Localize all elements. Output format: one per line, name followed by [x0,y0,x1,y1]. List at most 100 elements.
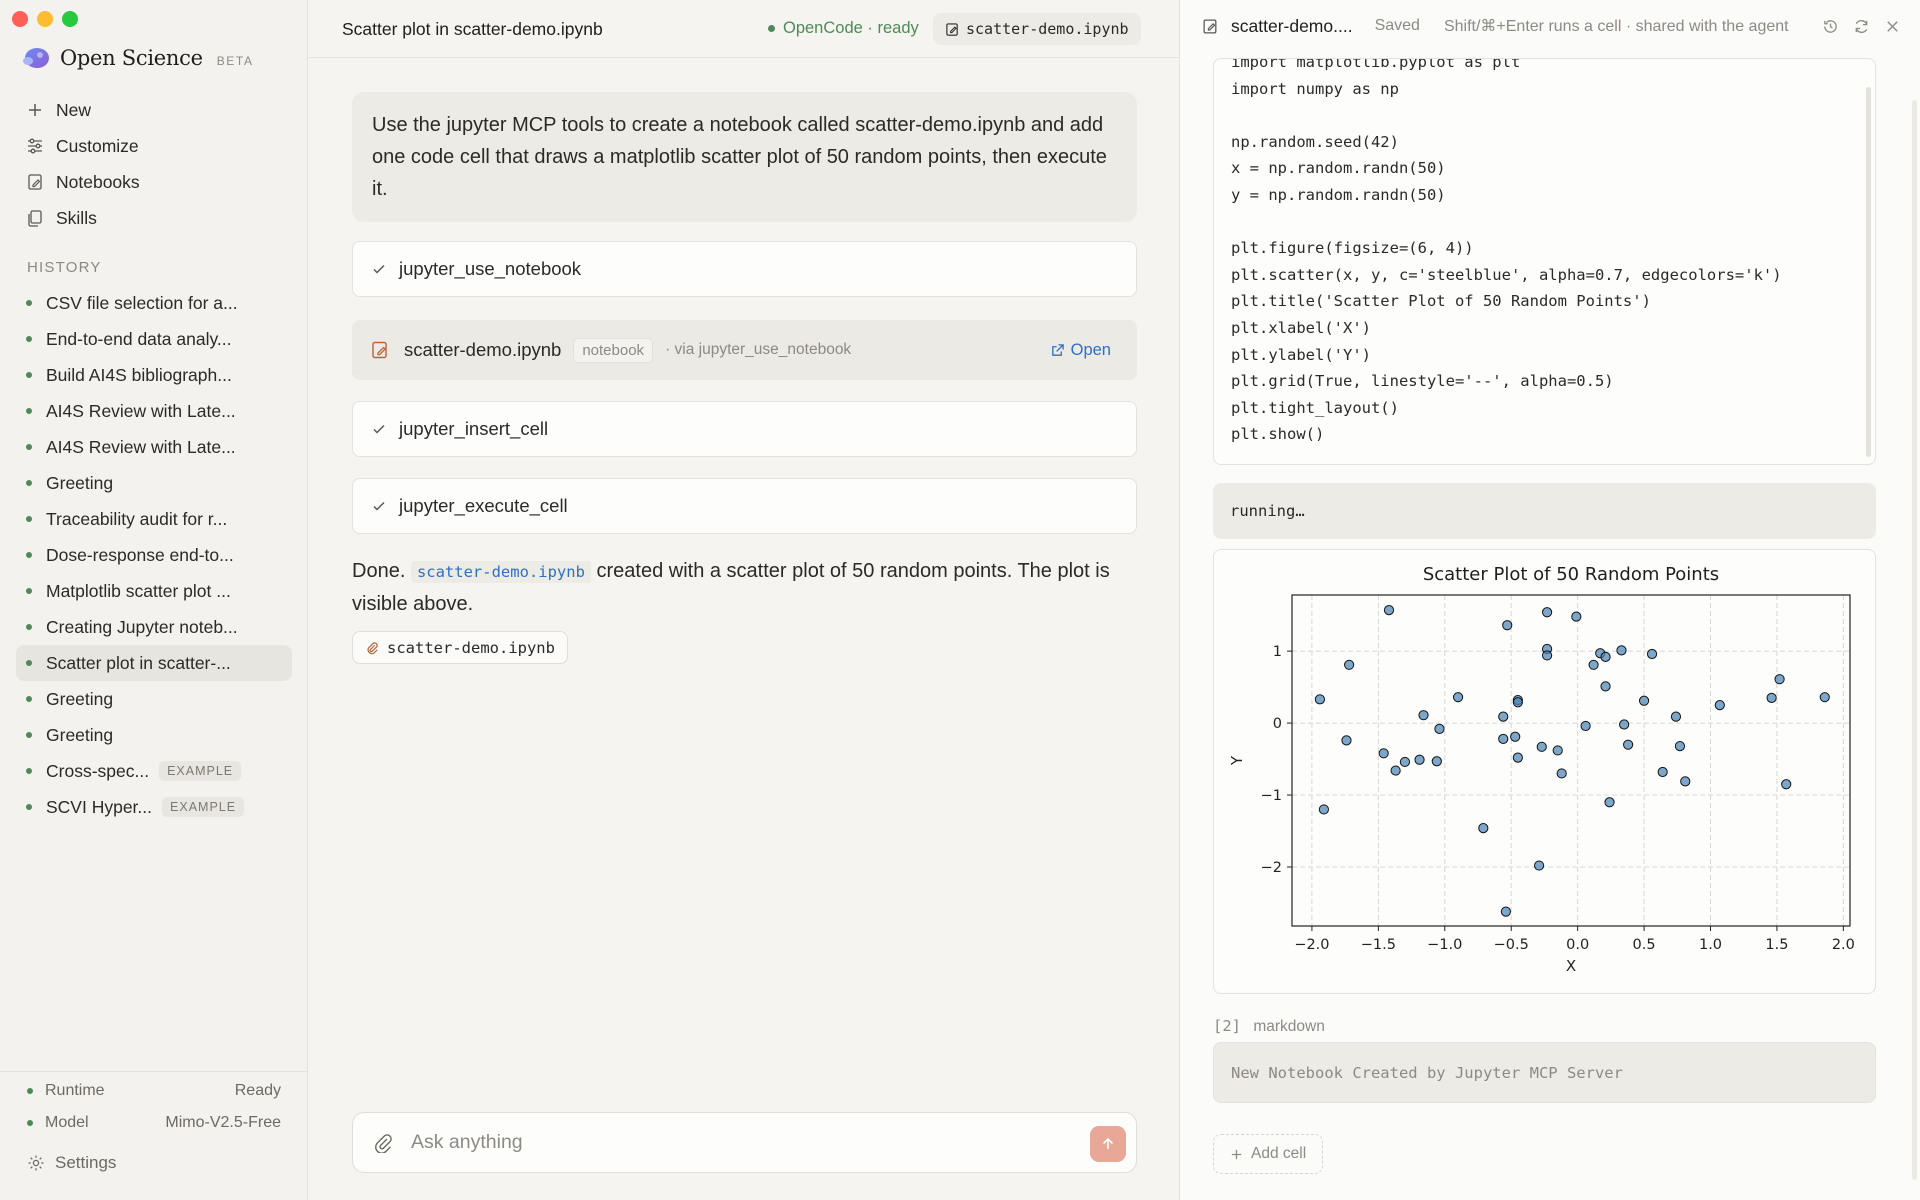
scatter-point [1510,731,1521,742]
check-icon [373,501,385,511]
history-item[interactable]: SCVI Hyper... EXAMPLE [16,789,292,825]
status-dot [26,516,32,522]
brand[interactable]: Open Science BETA [22,46,254,70]
notebook-card-name: scatter-demo.ipynb [404,339,562,360]
notebook-icon [28,174,42,190]
scatter-point [1623,739,1634,750]
history-item[interactable]: End-to-end data analy... [16,321,292,357]
status-dot [26,372,32,378]
history-item[interactable]: Matplotlib scatter plot ... [16,573,292,609]
window-close-button[interactable] [12,11,28,27]
scatter-point [1512,752,1523,763]
history-icon[interactable] [1822,18,1839,35]
history-item[interactable]: Traceability audit for r... [16,501,292,537]
open-file-name: scatter-demo.ipynb [966,20,1129,38]
scatter-point [1588,659,1599,670]
chat-input[interactable] [411,1131,1051,1154]
close-icon[interactable] [1884,18,1901,35]
y-tick-label: 0 [1273,716,1282,732]
brand-name: Open Science [60,46,203,70]
code-cell[interactable]: import matplotlib.pyplot as plt import n… [1213,58,1876,465]
scatter-point [1600,681,1611,692]
history-item[interactable]: Greeting [16,465,292,501]
history-item[interactable]: AI4S Review with Late... [16,393,292,429]
model-value: Mimo-V2.5-Free [165,1113,281,1131]
send-button[interactable] [1090,1126,1126,1162]
status-dot [26,768,32,774]
add-cell-button[interactable]: Add cell [1213,1134,1324,1174]
chart-title: Scatter Plot of 50 Random Points [1423,564,1719,585]
x-tick-label: 2.0 [1832,937,1855,953]
history-item-label: Greeting [46,724,114,745]
scatter-point [1536,741,1547,752]
chat-title: Scatter plot in scatter-demo.ipynb [342,19,603,39]
history-item[interactable]: Build AI4S bibliograph... [16,357,292,393]
nav-item-customize[interactable]: Customize [16,128,292,164]
window-minimize-button[interactable] [37,11,53,27]
history-item[interactable]: AI4S Review with Late... [16,429,292,465]
scatter-point [1674,741,1686,752]
scatter-point [1434,723,1445,734]
agent-status-text: OpenCode · ready [783,19,919,37]
notebook-filename: scatter-demo.... [1231,15,1353,36]
cell-type: markdown [1253,1018,1325,1035]
status-dot [26,588,32,594]
status-dot [26,696,32,702]
history-item-label: Traceability audit for r... [46,508,228,529]
status-dot [26,732,32,738]
code-scrollbar[interactable] [1866,87,1871,457]
paperclip-icon[interactable] [373,1133,393,1153]
x-tick-label: 0.0 [1566,937,1589,953]
scatter-point [1341,735,1352,746]
reply-file-link[interactable]: scatter-demo.ipynb [410,561,591,583]
history-item-label: Dose-response end-to... [46,544,234,565]
code-content[interactable]: import matplotlib.pyplot as plt import n… [1231,59,1782,448]
scatter-point [1571,611,1582,622]
paperclip-icon [367,641,378,654]
history-item[interactable]: Dose-response end-to... [16,537,292,573]
history-item-label: AI4S Review with Late... [46,400,236,421]
nav-item-label: New [56,99,92,120]
scatter-point [1378,748,1389,759]
history-item[interactable]: Cross-spec... EXAMPLE [16,753,292,789]
tool-call-insert-cell[interactable]: jupyter_insert_cell [352,401,1137,457]
nav-item-skills[interactable]: Skills [16,200,292,236]
history-item[interactable]: Greeting [16,717,292,753]
tool-call-execute-cell[interactable]: jupyter_execute_cell [352,478,1137,534]
open-file-pill[interactable]: scatter-demo.ipynb [933,13,1141,45]
tool-call-use-notebook[interactable]: jupyter_use_notebook [352,241,1137,297]
scatter-chart: Scatter Plot of 50 Random Points −2.0 −1.… [1228,564,1855,975]
x-tick-label: −1.5 [1361,937,1396,953]
history-item[interactable]: Greeting [16,681,292,717]
window-zoom-button[interactable] [62,11,78,27]
notebook-card-via: · via jupyter_use_notebook [665,341,852,358]
scatter-point [1399,756,1411,768]
settings-label: Settings [55,1153,117,1172]
model-status[interactable]: Model Mimo-V2.5-Free [27,1109,281,1136]
chart-grid [1292,595,1850,926]
nav-item-new[interactable]: New [16,92,292,128]
open-notebook-link[interactable]: Open [1050,341,1111,360]
tool-call-name: jupyter_execute_cell [399,495,568,516]
scatter-point [1580,720,1591,732]
main-nav: New Customize Notebooks Skills [16,92,292,236]
history-item-label: Greeting [46,472,114,493]
panel-scrollbar[interactable] [1912,100,1917,1180]
status-dot [26,300,32,306]
history-item-label: AI4S Review with Late... [46,436,236,457]
nav-item-notebooks[interactable]: Notebooks [16,164,292,200]
scatter-point [1498,711,1509,722]
scatter-point [1638,695,1650,706]
history-item[interactable]: Creating Jupyter noteb... [16,609,292,645]
history-item[interactable]: Scatter plot in scatter-... [16,645,292,681]
attachment-chip[interactable]: scatter-demo.ipynb [352,631,568,664]
settings-button[interactable]: Settings [27,1153,116,1173]
nav-item-label: Notebooks [56,171,140,192]
markdown-cell[interactable]: New Notebook Created by Jupyter MCP Serv… [1213,1042,1876,1103]
scatter-point [1383,605,1395,616]
history-heading: HISTORY [27,259,102,276]
scatter-point [1552,745,1563,756]
history-item[interactable]: CSV file selection for a... [16,285,292,321]
refresh-icon[interactable] [1853,18,1870,35]
assistant-reply: Done. scatter-demo.ipynb created with a … [352,555,1137,620]
